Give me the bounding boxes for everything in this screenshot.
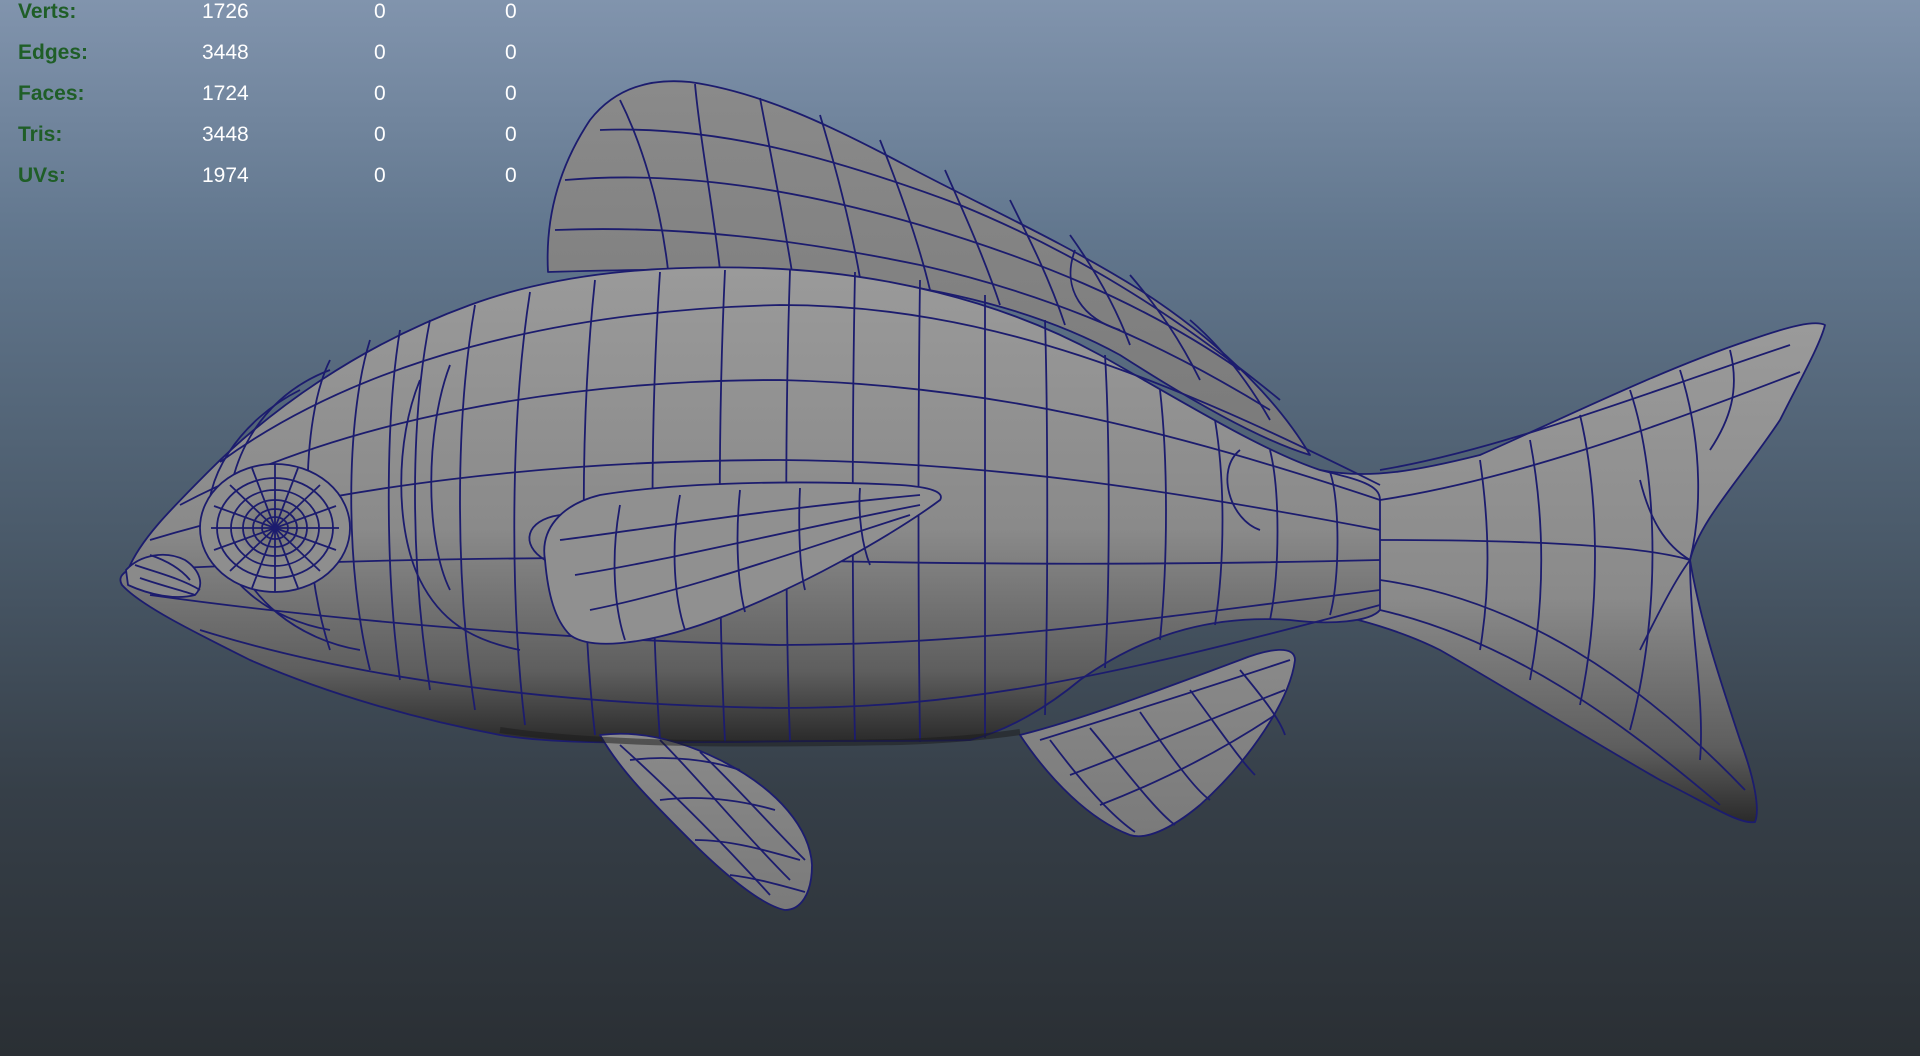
hud-value: 0	[505, 164, 517, 187]
hud-value: 3448	[202, 41, 249, 64]
hud-value: 1724	[202, 82, 249, 105]
hud-value: 0	[374, 164, 386, 187]
hud-value: 0	[374, 0, 386, 23]
tail-fin	[1319, 322, 1826, 824]
hud-value: 0	[505, 0, 517, 23]
hud-label: Faces:	[18, 82, 85, 105]
hud-row-verts: Verts: 1726 0 0	[18, 0, 538, 32]
hud-value: 0	[374, 123, 386, 146]
hud-value: 1974	[202, 164, 249, 187]
hud-value: 0	[374, 41, 386, 64]
hud-label: UVs:	[18, 164, 66, 187]
hud-label: Tris:	[18, 123, 63, 146]
hud-row-uvs: UVs: 1974 0 0	[18, 155, 538, 196]
hud-label: Edges:	[18, 41, 89, 64]
hud-row-edges: Edges: 3448 0 0	[18, 32, 538, 73]
hud-value: 0	[374, 82, 386, 105]
hud-value: 0	[505, 41, 517, 64]
hud-label: Verts:	[18, 0, 77, 23]
hud-value: 3448	[202, 123, 249, 146]
hud-row-tris: Tris: 3448 0 0	[18, 114, 538, 155]
3d-viewport[interactable]: Verts: 1726 0 0 Edges: 3448 0 0 Faces: 1…	[0, 0, 1920, 1056]
hud-value: 0	[505, 82, 517, 105]
hud-row-faces: Faces: 1724 0 0	[18, 73, 538, 114]
hud-value: 1726	[202, 0, 249, 23]
poly-count-hud: Verts: 1726 0 0 Edges: 3448 0 0 Faces: 1…	[18, 0, 538, 205]
hud-value: 0	[505, 123, 517, 146]
